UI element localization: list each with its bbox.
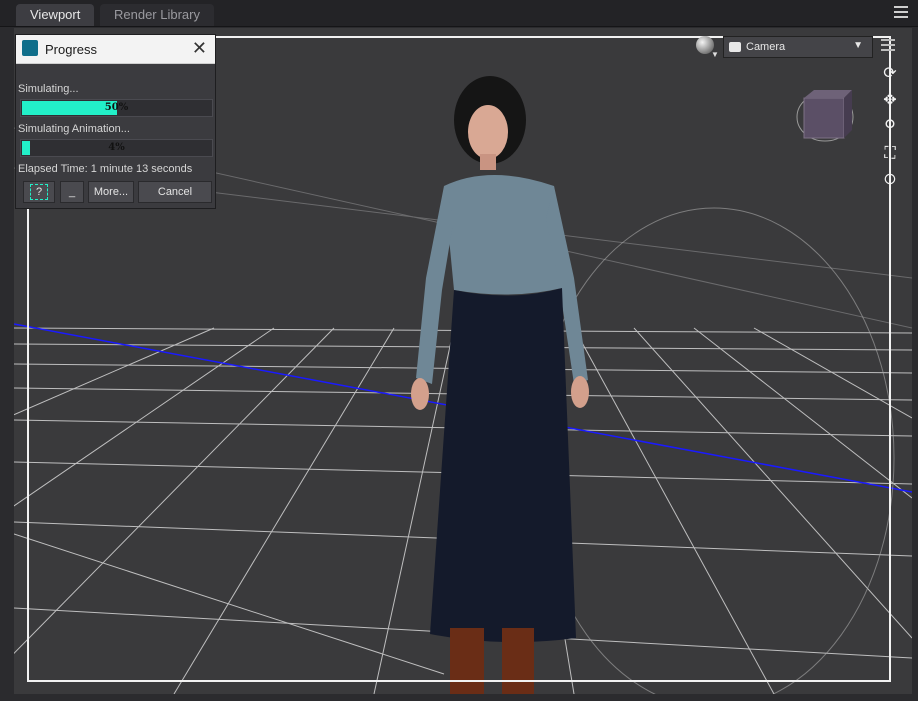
camera-label: Camera — [746, 41, 786, 53]
help-icon: ? — [30, 184, 48, 200]
tab-render-library[interactable]: Render Library — [100, 4, 214, 26]
cancel-button[interactable]: Cancel — [138, 181, 212, 203]
pan-icon[interactable]: ✥ — [879, 90, 901, 112]
viewport-menu-icon[interactable] — [881, 39, 895, 51]
tab-viewport[interactable]: Viewport — [16, 4, 95, 26]
camera-select[interactable]: Camera ▼ — [723, 36, 873, 58]
elapsed-time: Elapsed Time: 1 minute 13 seconds — [18, 163, 193, 175]
frame-icon[interactable]: ⛶ — [879, 143, 901, 165]
simulating-progress-text: 50% — [104, 102, 129, 113]
simulating-progress-bar: 50% — [20, 99, 213, 117]
animation-progress-text: 4% — [108, 142, 125, 153]
tab-bar: Viewport Render Library — [0, 0, 918, 27]
menu-icon[interactable] — [894, 6, 908, 18]
close-icon[interactable]: ✕ — [192, 38, 207, 59]
app-icon — [22, 40, 38, 56]
camera-icon — [729, 42, 741, 52]
dialog-button-row: ? _ More... Cancel — [20, 181, 213, 203]
animation-progress-bar: 4% — [20, 139, 213, 157]
chevron-down-icon[interactable]: ▼ — [711, 50, 719, 59]
navigation-cube[interactable] — [794, 86, 856, 144]
help-button[interactable]: ? — [23, 181, 55, 203]
minimize-button[interactable]: _ — [60, 181, 84, 203]
chevron-down-icon: ▼ — [853, 40, 863, 51]
progress-dialog: Progress ✕ Simulating... 50% Simulating … — [15, 34, 216, 209]
orbit-icon[interactable]: ⟳ — [879, 63, 901, 85]
dialog-titlebar[interactable]: Progress ✕ — [16, 35, 215, 64]
zoom-icon[interactable]: ⚲ — [879, 116, 901, 138]
simulating-label: Simulating... — [18, 83, 79, 95]
more-button[interactable]: More... — [88, 181, 134, 203]
animation-label: Simulating Animation... — [18, 123, 130, 135]
dialog-title: Progress — [45, 42, 98, 57]
reset-icon[interactable]: ⊙ — [879, 169, 901, 191]
